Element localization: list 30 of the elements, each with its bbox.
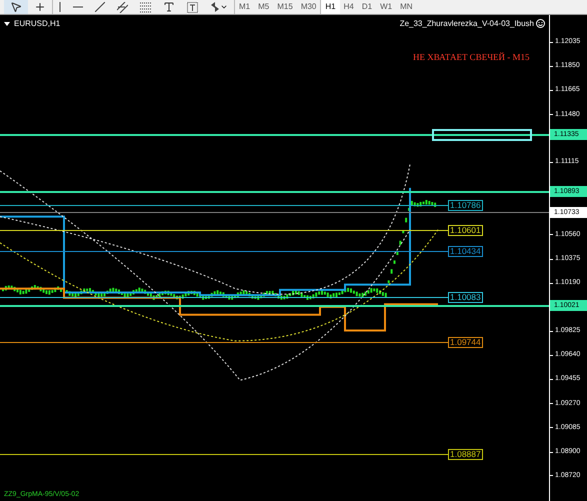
warning-text: НЕ ХВАТАЕТ СВЕЧЕЙ - M15 <box>413 53 530 62</box>
smiley-icon <box>536 19 545 28</box>
price-level-label: 1.10434 <box>448 246 483 258</box>
price-level-label: 1.09744 <box>448 336 483 348</box>
crosshair-icon <box>34 1 46 13</box>
price-level-label: 1.10601 <box>448 224 483 236</box>
vertical-line-icon <box>59 2 61 12</box>
price-level-label: 1.10786 <box>448 200 483 212</box>
timeframe-button[interactable]: W1 <box>376 0 396 14</box>
timeframe-button[interactable]: MN <box>396 0 417 14</box>
fibonacci-icon <box>140 2 151 12</box>
price-level-label: 1.08887 <box>448 448 483 460</box>
text-label-icon <box>187 2 198 12</box>
channel-icon <box>117 2 128 12</box>
dropdown-icon <box>4 22 10 26</box>
cursor-icon <box>10 1 22 13</box>
timeframe-button[interactable]: H1 <box>321 0 340 14</box>
timeframe-button[interactable]: M5 <box>254 0 274 14</box>
tool-button[interactable] <box>4 0 28 14</box>
text-icon <box>163 1 175 13</box>
timeframe-button[interactable]: M15 <box>273 0 297 14</box>
horizontal-line-icon <box>73 6 83 8</box>
trendline-icon <box>95 2 105 12</box>
price-level-label: 1.10083 <box>448 292 483 304</box>
timeframe-button[interactable]: H4 <box>340 0 358 14</box>
arrows-icon <box>210 2 228 12</box>
timeframe-button[interactable]: D1 <box>358 0 376 14</box>
chart-symbol: EURUSD,H1 <box>14 20 60 28</box>
timeframe-button[interactable]: M1 <box>235 0 254 14</box>
indicator-name: Ze_33_Zhuravlerezka_V-04-03_Ibush <box>400 20 534 28</box>
